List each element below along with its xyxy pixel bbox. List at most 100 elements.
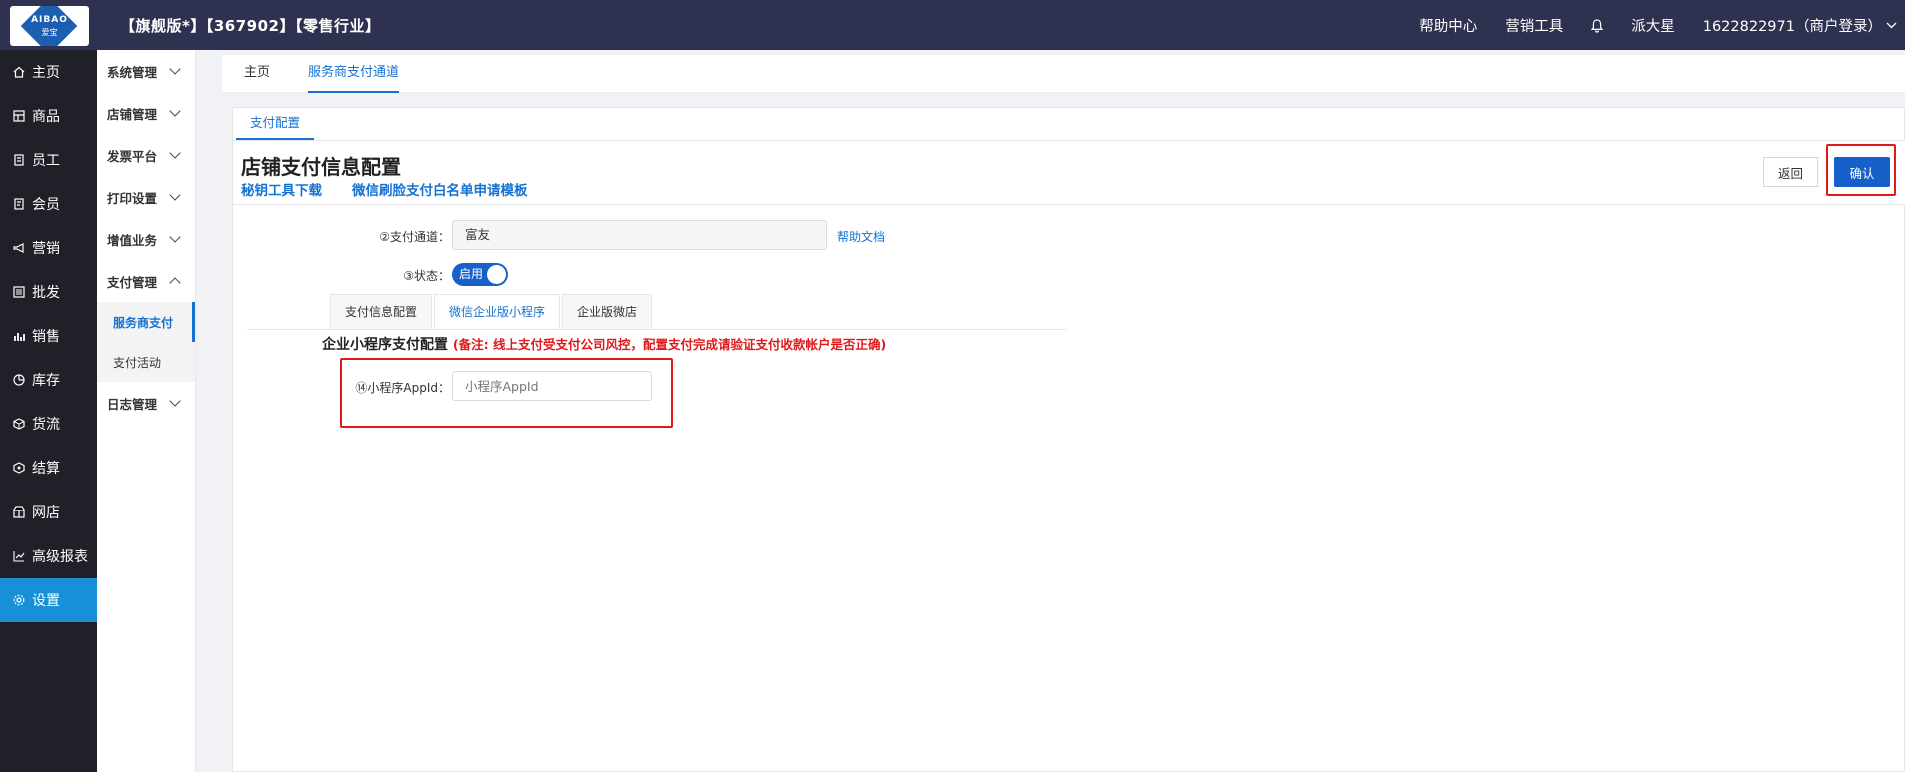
section-title: 企业小程序支付配置 (备注: 线上支付受支付公司风控，配置支付完成请验证支付收款… — [322, 334, 886, 354]
help-center-link[interactable]: 帮助中心 — [1419, 15, 1477, 36]
product-icon — [12, 109, 26, 123]
sidebar-item-6[interactable]: 销售 — [0, 314, 97, 358]
main-sidebar: 主页商品员工会员营销批发销售库存货流结算网店高级报表设置 — [0, 50, 97, 772]
sidebar-item-9[interactable]: 结算 — [0, 446, 97, 490]
chevron-up-icon — [169, 277, 181, 289]
section-note: (备注: 线上支付受支付公司风控，配置支付完成请验证支付收款帐户是否正确) — [452, 337, 887, 352]
submenu-group-value-added[interactable]: 增值业务 — [97, 218, 195, 260]
pie-icon — [12, 373, 26, 387]
shop-icon — [12, 505, 26, 519]
submenu-group-print[interactable]: 打印设置 — [97, 176, 195, 218]
face-pay-whitelist-template-link[interactable]: 微信刷脸支付白名单申请模板 — [352, 179, 528, 199]
sidebar-item-4[interactable]: 营销 — [0, 226, 97, 270]
top-bar: AIBAO 爱宝 【旗舰版*】【367902】【零售行业】 帮助中心 营销工具 … — [0, 0, 1905, 50]
submenu-group-system[interactable]: 系统管理 — [97, 50, 195, 92]
status-label: ③状态： — [403, 269, 450, 283]
chevron-down-icon — [169, 105, 181, 117]
appid-label: ⑭小程序AppId： — [355, 381, 450, 395]
tab-payment-info-config[interactable]: 支付信息配置 — [330, 294, 433, 330]
sidebar-item-label: 销售 — [32, 329, 60, 345]
tab-wechat-enterprise-miniprogram[interactable]: 微信企业版小程序 — [434, 294, 561, 330]
submenu-item-payment-activity[interactable]: 支付活动 — [97, 342, 195, 382]
submenu-group-invoice[interactable]: 发票平台 — [97, 134, 195, 176]
divider — [247, 329, 1067, 330]
chevron-down-icon — [169, 189, 181, 201]
submenu-group-store[interactable]: 店铺管理 — [97, 92, 195, 134]
marketing-tools-link[interactable]: 营销工具 — [1505, 15, 1563, 36]
submenu-group-label: 打印设置 — [107, 190, 158, 206]
sidebar-item-2[interactable]: 员工 — [0, 138, 97, 182]
submenu-group-label: 店铺管理 — [107, 106, 158, 122]
store-title: 【旗舰版*】【367902】【零售行业】 — [120, 17, 381, 35]
key-tool-download-link[interactable]: 秘钥工具下载 — [241, 179, 322, 199]
back-button[interactable]: 返回 — [1763, 157, 1818, 187]
sidebar-item-label: 商品 — [32, 109, 60, 125]
box-icon — [12, 417, 26, 431]
sidebar-item-11[interactable]: 高级报表 — [0, 534, 97, 578]
sidebar-item-1[interactable]: 商品 — [0, 94, 97, 138]
sidebar-item-5[interactable]: 批发 — [0, 270, 97, 314]
config-tabs: 支付信息配置 微信企业版小程序 企业版微店 — [330, 294, 654, 330]
logo-text: AIBAO — [31, 15, 68, 25]
highlight-box-confirm — [1826, 144, 1896, 196]
content-panel — [232, 107, 1905, 772]
tab-enterprise-microstore[interactable]: 企业版微店 — [562, 294, 653, 330]
list-icon — [12, 285, 26, 299]
bar-chart-icon — [12, 329, 26, 343]
submenu-group-label: 系统管理 — [107, 64, 158, 80]
sidebar-item-label: 员工 — [32, 153, 60, 169]
user-name[interactable]: 派大星 — [1631, 15, 1675, 36]
logo-subtext: 爱宝 — [41, 28, 58, 37]
sidebar-item-12[interactable]: 设置 — [0, 578, 97, 622]
submenu-group-log[interactable]: 日志管理 — [97, 382, 195, 424]
submenu-group-label: 日志管理 — [107, 396, 158, 412]
submenu-group-label: 发票平台 — [107, 148, 158, 164]
page-tab-bar: 主页 服务商支付通道 — [222, 55, 1905, 93]
sub-menu: 系统管理 店铺管理 发票平台 打印设置 增值业务 支付管理 服务商支付 支付活动… — [97, 50, 196, 772]
tab-provider-payment-channel[interactable]: 服务商支付通道 — [308, 55, 400, 93]
tab-home[interactable]: 主页 — [244, 55, 270, 93]
sidebar-item-label: 库存 — [32, 373, 60, 389]
section-title-text: 企业小程序支付配置 — [322, 337, 448, 353]
staff-icon — [12, 153, 26, 167]
sidebar-item-10[interactable]: 网店 — [0, 490, 97, 534]
chevron-down-icon — [169, 63, 181, 75]
member-icon — [12, 197, 26, 211]
megaphone-icon — [12, 241, 26, 255]
miniprogram-appid-input[interactable] — [452, 371, 652, 401]
bell-icon[interactable] — [1591, 19, 1604, 33]
chevron-down-icon — [169, 147, 181, 159]
sidebar-item-label: 会员 — [32, 197, 60, 213]
channel-label: ②支付通道： — [379, 230, 450, 244]
status-toggle[interactable]: 启用 — [452, 263, 508, 286]
account-menu[interactable]: 1622822971（商户登录） — [1703, 15, 1897, 36]
sidebar-item-0[interactable]: 主页 — [0, 50, 97, 94]
tab-payment-config[interactable]: 支付配置 — [236, 108, 315, 140]
chevron-down-icon — [169, 395, 181, 407]
sidebar-item-label: 结算 — [32, 461, 60, 477]
page-header: 店铺支付信息配置 秘钥工具下载 微信刷脸支付白名单申请模板 — [233, 140, 1905, 205]
gear-icon — [12, 593, 26, 607]
help-doc-link[interactable]: 帮助文档 — [837, 228, 885, 245]
home-icon — [12, 65, 26, 79]
toggle-knob — [487, 265, 506, 284]
payment-channel-field[interactable]: 富友 — [452, 220, 827, 250]
sidebar-item-8[interactable]: 货流 — [0, 402, 97, 446]
sidebar-item-7[interactable]: 库存 — [0, 358, 97, 402]
submenu-group-label: 增值业务 — [107, 232, 158, 248]
chevron-down-icon — [1886, 22, 1897, 29]
page-title: 店铺支付信息配置 — [241, 155, 401, 179]
sidebar-item-label: 网店 — [32, 505, 60, 521]
toggle-label: 启用 — [459, 267, 484, 281]
line-chart-icon — [12, 549, 26, 563]
sidebar-item-label: 营销 — [32, 241, 60, 257]
sidebar-item-label: 高级报表 — [32, 549, 88, 565]
sidebar-item-label: 批发 — [32, 285, 60, 301]
sidebar-item-3[interactable]: 会员 — [0, 182, 97, 226]
submenu-group-label: 支付管理 — [107, 274, 158, 290]
sidebar-item-label: 货流 — [32, 417, 60, 433]
settle-icon — [12, 461, 26, 475]
brand-logo[interactable]: AIBAO 爱宝 — [10, 6, 89, 46]
submenu-group-payment[interactable]: 支付管理 — [97, 260, 195, 302]
submenu-item-provider-payment[interactable]: 服务商支付 — [97, 302, 195, 342]
